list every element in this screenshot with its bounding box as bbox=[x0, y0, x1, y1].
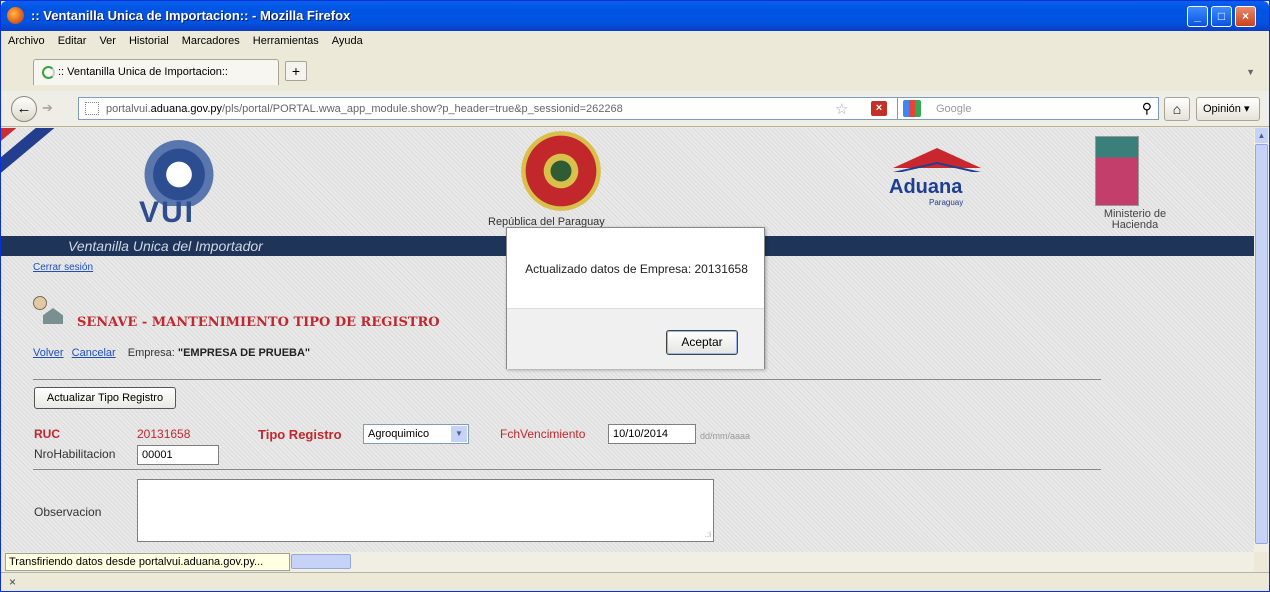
url-path: /pls/portal/PORTAL.wwa_app_module.show?p… bbox=[222, 103, 623, 115]
ruc-value: 20131658 bbox=[137, 427, 191, 441]
menu-historial[interactable]: Historial bbox=[122, 31, 175, 47]
url-text[interactable]: portalvui.aduana.gov.py/pls/portal/PORTA… bbox=[106, 103, 623, 115]
web-page: VUI República del Paraguay Aduana Paragu… bbox=[1, 128, 1254, 578]
add-on-bar: × bbox=[1, 572, 1269, 591]
close-button[interactable]: × bbox=[1235, 6, 1256, 27]
logout-link[interactable]: Cerrar sesión bbox=[33, 262, 93, 273]
date-format-hint: dd/mm/aaaa bbox=[700, 431, 751, 441]
search-bar[interactable]: Google ⚲ bbox=[897, 97, 1159, 120]
back-link[interactable]: Volver bbox=[33, 347, 64, 359]
firefox-icon bbox=[7, 7, 24, 24]
aduana-sub: Paraguay bbox=[929, 198, 964, 207]
firefox-window: :: Ventanilla Unica de Importacion:: - M… bbox=[0, 0, 1270, 592]
vui-logo: VUI bbox=[131, 136, 231, 231]
home-button[interactable]: ⌂ bbox=[1164, 97, 1190, 121]
site-header: VUI República del Paraguay Aduana Paragu… bbox=[1, 128, 1254, 236]
paraguay-seal-icon bbox=[521, 131, 601, 211]
vertical-scrollbar[interactable]: ▲ ▼ bbox=[1254, 128, 1269, 578]
navigation-toolbar: ← ➔ portalvui.aduana.gov.py/pls/portal/P… bbox=[1, 91, 1269, 127]
google-icon[interactable] bbox=[903, 100, 921, 117]
company-info: Empresa: "EMPRESA DE PRUEBA" bbox=[128, 347, 310, 359]
observacion-label: Observacion bbox=[34, 505, 102, 519]
url-prefix: portalvui. bbox=[106, 103, 151, 115]
ministerio-caption: Ministerio de Hacienda bbox=[1103, 208, 1167, 231]
observacion-textarea[interactable]: .:i bbox=[137, 479, 714, 542]
aduana-logo: Aduana Paraguay bbox=[887, 148, 983, 218]
search-icon[interactable]: ⚲ bbox=[1142, 100, 1152, 117]
company-value: "EMPRESA DE PRUEBA" bbox=[177, 347, 311, 359]
aduana-roof-icon bbox=[893, 148, 981, 168]
tab-list-chevron-icon[interactable]: ▼ bbox=[1246, 67, 1255, 77]
accept-button[interactable]: Aceptar bbox=[666, 330, 738, 355]
ministerio-logo bbox=[1095, 136, 1139, 206]
forward-button[interactable]: ➔ bbox=[42, 100, 53, 116]
tipo-registro-label: Tipo Registro bbox=[258, 427, 342, 442]
menu-ver[interactable]: Ver bbox=[92, 31, 122, 47]
update-type-button[interactable]: Actualizar Tipo Registro bbox=[34, 387, 176, 409]
close-bar-icon[interactable]: × bbox=[9, 575, 16, 589]
site-identity-icon[interactable] bbox=[85, 102, 99, 115]
menu-editar[interactable]: Editar bbox=[51, 31, 93, 47]
horizontal-scrollbar[interactable] bbox=[291, 552, 1254, 572]
dialog-footer: Aceptar bbox=[507, 308, 764, 369]
divider bbox=[33, 379, 1101, 380]
search-placeholder: Google bbox=[936, 103, 972, 115]
minimize-button[interactable]: _ bbox=[1187, 6, 1208, 27]
back-button[interactable]: ← bbox=[11, 96, 37, 122]
fch-vencimiento-input[interactable]: 10/10/2014 bbox=[608, 424, 696, 444]
stop-icon[interactable]: × bbox=[871, 101, 887, 116]
resize-grip-icon[interactable]: .:i bbox=[705, 530, 711, 539]
tab-bar: :: Ventanilla Unica de Importacion:: + ▼ bbox=[1, 53, 1269, 91]
bookmark-star-icon[interactable]: ☆ bbox=[835, 100, 848, 118]
menu-marcadores[interactable]: Marcadores bbox=[175, 31, 246, 47]
user-house-icon bbox=[31, 296, 67, 326]
menu-archivo[interactable]: Archivo bbox=[1, 31, 51, 47]
nro-habilitacion-input[interactable]: 00001 bbox=[137, 445, 219, 465]
menu-ayuda[interactable]: Ayuda bbox=[325, 31, 369, 47]
cancel-link[interactable]: Cancelar bbox=[72, 347, 116, 359]
divider bbox=[33, 469, 1101, 470]
window-title: :: Ventanilla Unica de Importacion:: - M… bbox=[31, 8, 351, 23]
status-text: Transfiriendo datos desde portalvui.adua… bbox=[5, 553, 290, 571]
aduana-name: Aduana bbox=[889, 176, 963, 198]
tipo-registro-value: Agroquimico bbox=[368, 428, 430, 440]
tab-title: :: Ventanilla Unica de Importacion:: bbox=[58, 66, 228, 78]
band-title: Ventanilla Unica del Importador bbox=[68, 238, 263, 254]
scroll-up-icon[interactable]: ▲ bbox=[1255, 128, 1268, 143]
hscroll-thumb[interactable] bbox=[291, 554, 351, 569]
url-domain: aduana.gov.py bbox=[150, 103, 222, 115]
decor-stripe-blue bbox=[1, 128, 72, 184]
maximize-button[interactable]: □ bbox=[1211, 6, 1232, 27]
alert-dialog: Actualizado datos de Empresa: 20131658 A… bbox=[506, 227, 765, 369]
page-title: SENAVE - MANTENIMIENTO TIPO DE REGISTRO bbox=[77, 315, 440, 330]
company-label: Empresa: bbox=[127, 347, 175, 359]
menu-bar: Archivo Editar Ver Historial Marcadores Herra… bbox=[1, 31, 1269, 53]
opinion-button[interactable]: Opinión ▾ bbox=[1196, 97, 1260, 121]
menu-herramientas[interactable]: Herramientas bbox=[246, 31, 325, 47]
fch-label: FchVencimiento bbox=[500, 427, 586, 441]
new-tab-button[interactable]: + bbox=[285, 61, 307, 81]
nro-habilitacion-label: NroHabilitacion bbox=[34, 447, 116, 461]
dialog-message: Actualizado datos de Empresa: 20131658 bbox=[525, 262, 748, 276]
vui-logo-text: VUI bbox=[139, 196, 196, 229]
action-links: Volver Cancelar Empresa: "EMPRESA DE PRU… bbox=[33, 347, 310, 359]
loading-icon bbox=[42, 66, 55, 79]
url-bar[interactable]: portalvui.aduana.gov.py/pls/portal/PORTA… bbox=[78, 97, 906, 120]
tipo-registro-select[interactable]: Agroquimico ▼ bbox=[363, 424, 469, 444]
tab-vui[interactable]: :: Ventanilla Unica de Importacion:: bbox=[33, 59, 279, 85]
opinion-label: Opinión bbox=[1203, 103, 1241, 115]
title-bar: :: Ventanilla Unica de Importacion:: - M… bbox=[1, 1, 1269, 31]
ruc-label: RUC bbox=[34, 427, 60, 441]
scroll-thumb[interactable] bbox=[1255, 144, 1268, 544]
chevron-down-icon[interactable]: ▼ bbox=[451, 426, 467, 442]
